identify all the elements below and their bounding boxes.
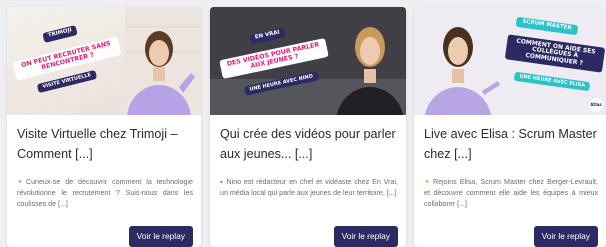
card-title[interactable]: Qui crée des vidéos pour parler aux jeun… — [220, 124, 398, 164]
video-thumbnail[interactable]: SCRUM MASTER COMMENT ON AIDE SES COLLÈGU… — [414, 7, 606, 115]
card-description: ✦ Curieux·se de découvrir comment la tech… — [17, 177, 193, 209]
sparkle-icon: ✦ — [424, 178, 430, 186]
video-thumbnail[interactable]: EN VRAI DES VIDÉOS POUR PARLER AUX JEUNE… — [210, 7, 406, 115]
card-description-text: Rejoins Elisa, Scrum Master chez Berger-… — [424, 178, 598, 208]
video-thumbnail[interactable]: TRIMOJI ON PEUT RECRUTER SANS RENCONTRER… — [7, 7, 201, 115]
replay-button[interactable]: Voir le replay — [128, 226, 193, 247]
replay-cards-row: TRIMOJI ON PEUT RECRUTER SANS RENCONTRER… — [0, 0, 606, 247]
replay-card[interactable]: SCRUM MASTER COMMENT ON AIDE SES COLLÈGU… — [414, 7, 606, 247]
card-title[interactable]: Live avec Elisa : Scrum Master chez [...… — [424, 124, 598, 164]
replay-button[interactable]: Voir le replay — [333, 226, 398, 247]
company-logo: Atlas — [589, 98, 603, 112]
card-description: ✦ Rejoins Elisa, Scrum Master chez Berger… — [424, 177, 598, 209]
replay-button[interactable]: Voir le replay — [533, 226, 598, 247]
card-description: ▪ Nino est rédacteur en chef et vidéaste … — [220, 177, 398, 199]
card-description-text: Nino est rédacteur en chef et vidéaste c… — [220, 178, 398, 197]
card-description-text: Curieux·se de découvrir comment la techn… — [17, 178, 193, 208]
video-camera-icon: ▪ — [220, 178, 224, 186]
card-title[interactable]: Visite Virtuelle chez Trimoji – Comment … — [17, 124, 193, 164]
replay-card[interactable]: EN VRAI DES VIDÉOS POUR PARLER AUX JEUNE… — [210, 7, 406, 247]
sparkle-icon: ✦ — [17, 178, 23, 186]
replay-card[interactable]: TRIMOJI ON PEUT RECRUTER SANS RENCONTRER… — [7, 7, 201, 247]
